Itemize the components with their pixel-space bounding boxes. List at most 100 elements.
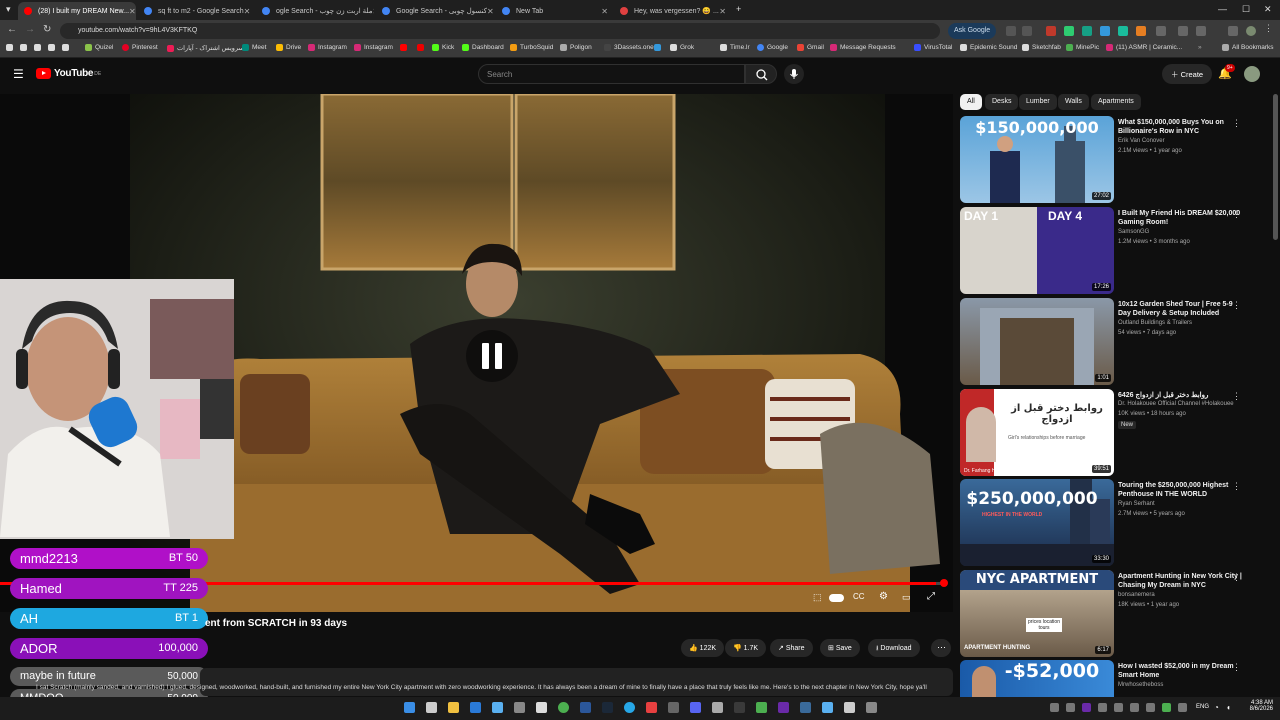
video-thumbnail[interactable]: -$52,000 xyxy=(960,660,1114,697)
taskbar-app-icon[interactable] xyxy=(756,702,767,713)
extension-icon[interactable] xyxy=(1046,26,1056,36)
bookmark-item[interactable]: Gmail xyxy=(797,44,824,51)
browser-tab[interactable]: sq ft to m2 - Google Search ✕ xyxy=(138,2,256,20)
taskbar-app-icon[interactable] xyxy=(712,702,723,713)
tray-icon[interactable] xyxy=(1050,703,1059,712)
related-video[interactable]: DAY 1 DAY 4 17:26 I Built My Friend His … xyxy=(960,207,1270,295)
reload-icon[interactable]: ↻ xyxy=(43,24,51,35)
taskbar-app-icon[interactable] xyxy=(866,702,877,713)
bookmark-item[interactable] xyxy=(417,44,427,51)
tab-search-icon[interactable]: ▾ xyxy=(6,4,11,15)
tray-icon[interactable] xyxy=(1082,703,1091,712)
related-video[interactable]: -$52,000 How I wasted $52,000 in my Drea… xyxy=(960,660,1270,697)
related-video[interactable]: $250,000,000 HIGHEST IN THE WORLD 33:30 … xyxy=(960,479,1270,567)
close-icon[interactable]: ✕ xyxy=(719,7,726,16)
related-video[interactable]: 1:01 10x12 Garden Shed Tour | Free 5-9 D… xyxy=(960,298,1270,386)
bookmark-item[interactable]: Drive xyxy=(276,44,301,51)
media-icon[interactable] xyxy=(1196,26,1206,36)
video-thumbnail[interactable]: DAY 1 DAY 4 17:26 xyxy=(960,207,1114,294)
bookmark-star-icon[interactable] xyxy=(1022,26,1032,36)
taskbar-app-icon[interactable] xyxy=(822,702,833,713)
close-icon[interactable]: ✕ xyxy=(244,7,251,16)
more-options-icon[interactable]: ⋮ xyxy=(1232,118,1241,129)
chip-lumber[interactable]: Lumber xyxy=(1019,94,1057,110)
address-bar[interactable]: youtube.com/watch?v=9hL4V3KFTKQ xyxy=(60,23,940,39)
more-options-icon[interactable]: ⋮ xyxy=(1232,391,1241,402)
clock[interactable]: 4:38 AM 8/6/2026 xyxy=(1243,700,1273,712)
tray-icon[interactable] xyxy=(1130,703,1139,712)
taskbar-app-icon[interactable] xyxy=(536,702,547,713)
tray-icon[interactable] xyxy=(1114,703,1123,712)
extension-icon[interactable] xyxy=(1100,26,1110,36)
bookmark-folder-icon[interactable] xyxy=(62,44,72,51)
search-input[interactable]: Search xyxy=(478,64,745,84)
bookmark-item[interactable]: Quizel xyxy=(85,44,113,51)
browser-tab[interactable]: ogle Search - ملة اربت زن چوب ✕ xyxy=(256,2,374,20)
youtube-logo[interactable]: YouTube DE xyxy=(36,68,101,79)
all-bookmarks-button[interactable]: All Bookmarks xyxy=(1222,44,1274,51)
bookmark-item[interactable]: Sketchfab xyxy=(1022,44,1061,51)
bookmark-folder-icon[interactable] xyxy=(20,44,30,51)
bookmark-item[interactable] xyxy=(654,44,664,51)
voice-search-button[interactable] xyxy=(784,64,804,84)
task-view-icon[interactable] xyxy=(426,702,437,713)
more-options-icon[interactable]: ⋮ xyxy=(1232,300,1241,311)
bookmark-item[interactable]: Grok xyxy=(670,44,694,51)
file-explorer-icon[interactable] xyxy=(448,702,459,713)
video-thumbnail[interactable]: NYC APARTMENT prices location tours APAR… xyxy=(960,570,1114,657)
taskbar-app-icon[interactable] xyxy=(668,702,679,713)
minimize-icon[interactable]: — xyxy=(1218,4,1227,14)
chip-apartments[interactable]: Apartments xyxy=(1091,94,1141,110)
browser-tab[interactable]: New Tab ✕ xyxy=(496,2,614,20)
like-button[interactable]: 👍 122K xyxy=(681,639,725,657)
save-button[interactable]: ⊞ Save xyxy=(820,639,860,657)
browser-tab[interactable]: (28) I built my DREAM New... ✕ xyxy=(18,2,136,20)
download-button[interactable]: ⭳ Download xyxy=(868,639,920,657)
bookmark-item[interactable]: Poligon xyxy=(560,44,592,51)
bookmark-item[interactable]: Epidemic Sound xyxy=(960,44,1017,51)
forward-icon[interactable]: → xyxy=(25,24,35,35)
word-icon[interactable] xyxy=(580,702,591,713)
browser-tab[interactable]: Google Search - کنسول چوبی ✕ xyxy=(376,2,494,20)
bookmark-item[interactable]: Message Requests xyxy=(830,44,896,51)
discord-icon[interactable] xyxy=(690,702,701,713)
bookmark-item[interactable] xyxy=(400,44,410,51)
bookmark-item[interactable]: Time.lr xyxy=(720,44,750,51)
windows-start-icon[interactable] xyxy=(404,702,415,713)
taskbar-app-icon[interactable] xyxy=(778,702,789,713)
chip-all[interactable]: All xyxy=(960,94,982,110)
taskbar-app-icon[interactable] xyxy=(844,702,855,713)
bookmark-item[interactable]: VirusTotal xyxy=(914,44,952,51)
hamburger-menu-icon[interactable]: ☰ xyxy=(13,67,24,81)
taskbar-app-icon[interactable] xyxy=(492,702,503,713)
fullscreen-icon[interactable]: ⤢ xyxy=(927,591,935,602)
bookmark-item[interactable]: Meet xyxy=(242,44,266,51)
bookmark-item[interactable]: Kick xyxy=(432,44,454,51)
bookmark-item[interactable]: (11) ASMR | Ceramic... xyxy=(1106,44,1182,51)
miniplayer-icon[interactable]: ⬚ xyxy=(813,592,822,603)
ask-google-button[interactable]: Ask Google xyxy=(948,23,997,39)
menu-kebab-icon[interactable]: ⋮ xyxy=(1264,23,1274,33)
captions-icon[interactable]: CC xyxy=(853,592,865,601)
bookmark-item[interactable]: 3Dassets.one xyxy=(604,44,654,51)
share-button[interactable]: ↗ Share xyxy=(770,639,813,657)
close-icon[interactable]: ✕ xyxy=(372,7,374,16)
related-video[interactable]: $150,000,000 27:02 What $150,000,000 Buy… xyxy=(960,116,1270,204)
theater-mode-icon[interactable]: ▭ xyxy=(902,592,911,603)
bookmark-item[interactable]: Google xyxy=(757,44,788,51)
bookmark-folder-icon[interactable] xyxy=(48,44,58,51)
more-options-icon[interactable]: ⋮ xyxy=(1232,481,1241,492)
close-icon[interactable]: ✕ xyxy=(129,7,136,16)
downloads-icon[interactable] xyxy=(1178,26,1188,36)
more-options-icon[interactable]: ⋮ xyxy=(1232,662,1241,673)
video-thumbnail[interactable]: $250,000,000 HIGHEST IN THE WORLD 33:30 xyxy=(960,479,1114,566)
taskbar-app-icon[interactable] xyxy=(646,702,657,713)
close-icon[interactable]: ✕ xyxy=(487,7,494,16)
more-actions-icon[interactable]: ⋯ xyxy=(931,639,951,657)
new-tab-icon[interactable]: + xyxy=(736,4,741,14)
create-button[interactable]: ＋ Create xyxy=(1162,64,1213,84)
tray-icon[interactable] xyxy=(1162,703,1171,712)
description-box[interactable] xyxy=(200,668,953,696)
sidebar-icon[interactable] xyxy=(1228,26,1238,36)
search-button[interactable] xyxy=(745,64,777,84)
